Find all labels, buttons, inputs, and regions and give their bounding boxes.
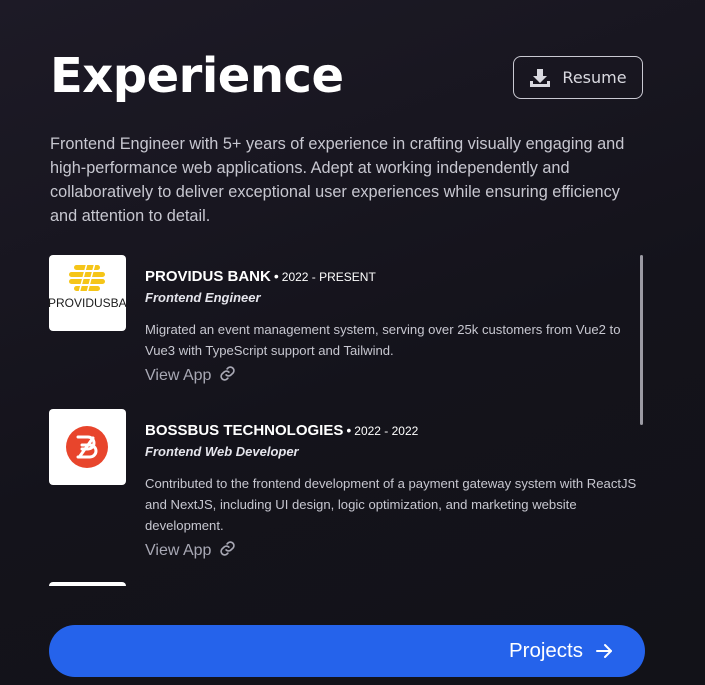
link-icon [219, 365, 236, 387]
role: Frontend Engineer [145, 290, 261, 305]
role: Frontend Web Developer [145, 444, 299, 459]
providus-bank-logo: PROVIDUSBANK [49, 255, 126, 331]
period: 2022 - PRESENT [281, 270, 376, 284]
period: 2022 - 2022 [354, 424, 419, 438]
arrow-right-icon [595, 642, 613, 660]
resume-label: Resume [562, 68, 627, 87]
projects-label: Projects [508, 639, 583, 662]
bossbus-logo [49, 409, 126, 485]
separator-dot: • [346, 422, 352, 438]
company-name: PROVIDUS BANK [145, 268, 271, 285]
company-logo [49, 582, 126, 586]
download-icon [529, 68, 551, 88]
company-name: BOSSBUS TECHNOLOGIES [145, 422, 344, 439]
svg-text:PROVIDUSBANK: PROVIDUSBANK [49, 296, 126, 310]
description: Contributed to the frontend development … [145, 476, 637, 533]
scrollbar-thumb[interactable] [640, 255, 643, 425]
view-app-link[interactable]: View App [145, 365, 236, 387]
experience-list[interactable]: PROVIDUSBANK PROVIDUS BANK•2022 - PRESEN… [49, 248, 645, 586]
intro-text: Frontend Engineer with 5+ years of exper… [50, 135, 625, 225]
view-app-label: View App [145, 367, 212, 384]
description: Migrated an event management system, ser… [145, 322, 621, 358]
link-icon [219, 540, 236, 562]
page-title: Experience [50, 48, 344, 104]
view-app-link[interactable]: View App [145, 540, 236, 562]
view-app-label: View App [145, 542, 212, 559]
projects-button[interactable]: Projects [49, 625, 645, 677]
resume-button[interactable]: Resume [513, 56, 643, 99]
separator-dot: • [273, 268, 279, 284]
